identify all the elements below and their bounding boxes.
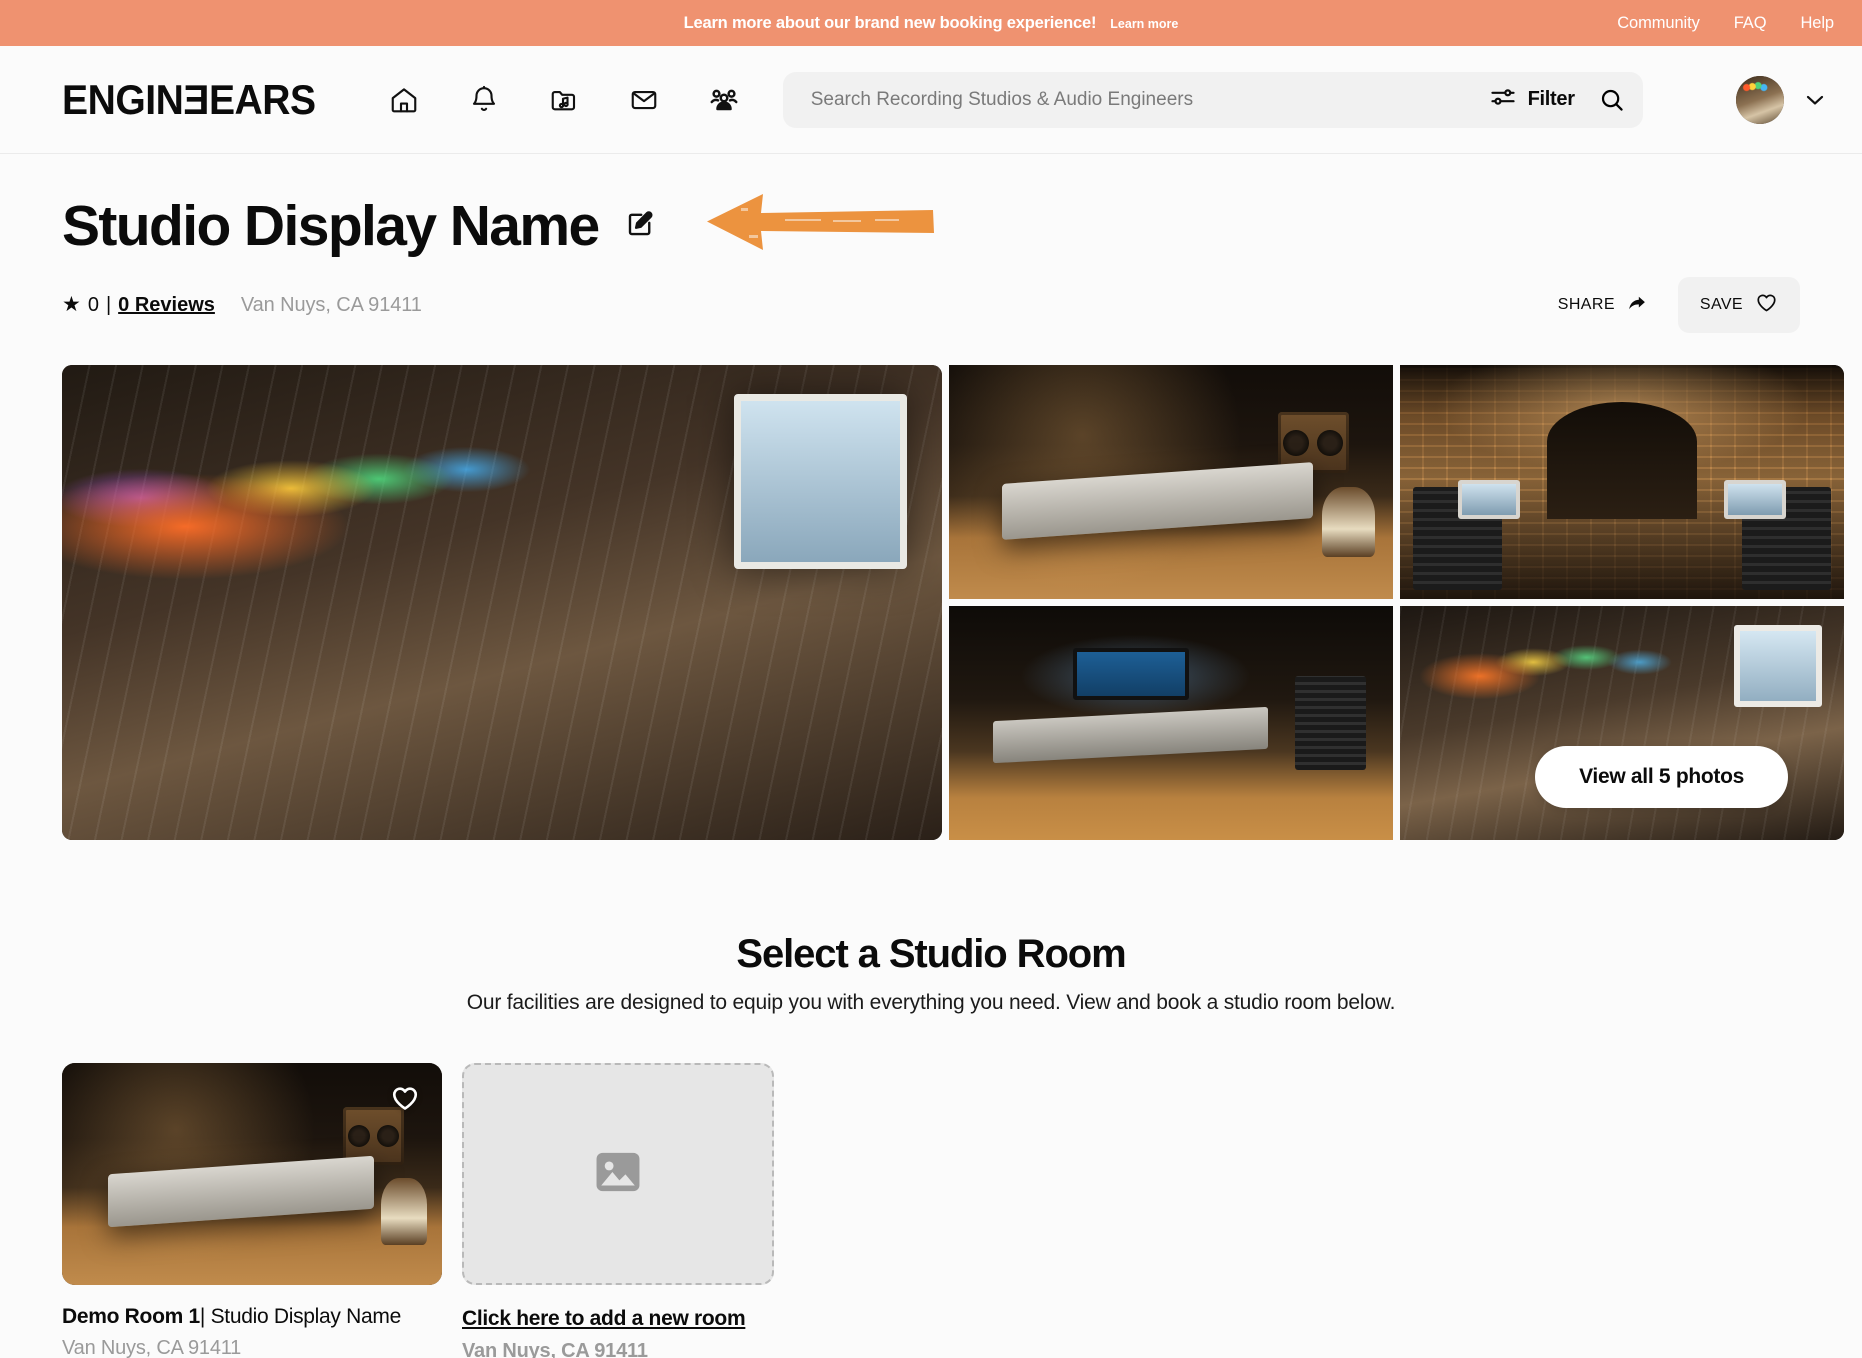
page-title: Studio Display Name — [62, 197, 599, 257]
nav-link-faq[interactable]: FAQ — [1734, 14, 1767, 33]
gallery-photo-2[interactable] — [949, 365, 1393, 599]
studio-brick-wall-racks-image — [1400, 365, 1844, 599]
gallery-photo-5[interactable]: View all 5 photos — [1400, 606, 1844, 840]
rating-separator: | — [106, 294, 111, 317]
logo-part-2: EARS — [209, 76, 316, 124]
add-room-card[interactable]: Click here to add a new room Van Nuys, C… — [462, 1063, 774, 1358]
room-favorite-heart-icon[interactable] — [390, 1083, 420, 1118]
heart-icon — [1755, 291, 1778, 319]
star-icon: ★ — [62, 294, 81, 315]
room-card[interactable]: Demo Room 1| Studio Display Name Van Nuy… — [62, 1063, 442, 1358]
promo-center: Learn more about our brand new booking e… — [684, 14, 1179, 33]
studio-control-room-wood-image — [949, 365, 1393, 599]
avatar-image — [1736, 76, 1784, 124]
mixing-console-closeup-image — [62, 365, 942, 840]
room-photo[interactable] — [62, 1063, 442, 1285]
studio-actions: SHARE SAVE — [1542, 277, 1800, 333]
promo-message: Learn more about our brand new booking e… — [684, 14, 1097, 33]
filter-button[interactable]: Filter — [1473, 83, 1591, 116]
share-label: SHARE — [1558, 296, 1615, 314]
bell-icon[interactable] — [467, 83, 501, 117]
save-label: SAVE — [1700, 296, 1743, 314]
room-name: Demo Room 1 — [62, 1305, 200, 1328]
search-input[interactable] — [811, 89, 1473, 111]
studio-meta-row: ★ 0 | 0 Reviews Van Nuys, CA 91411 SHARE… — [62, 277, 1800, 333]
room-title: Demo Room 1| Studio Display Name — [62, 1305, 442, 1329]
logo-part-1: ENGIN — [62, 76, 183, 124]
site-header: ENGINEEARS Filter — [0, 46, 1862, 154]
edit-pencil-icon[interactable] — [625, 209, 655, 239]
photo-gallery: View all 5 photos — [62, 365, 1800, 840]
rating-value: 0 — [88, 294, 99, 317]
share-button[interactable]: SHARE — [1542, 280, 1664, 331]
studio-location: Van Nuys, CA 91411 — [241, 294, 422, 317]
rooms-list: Demo Room 1| Studio Display Name Van Nuy… — [62, 1063, 1862, 1358]
studio-dark-control-room-image — [949, 606, 1393, 840]
filter-sliders-icon — [1489, 83, 1517, 116]
section-subtitle: Our facilities are designed to equip you… — [0, 991, 1862, 1015]
add-room-link[interactable]: Click here to add a new room — [462, 1307, 774, 1331]
logo[interactable]: ENGINEEARS — [62, 76, 316, 124]
studio-title-block: Studio Display Name — [0, 154, 1862, 333]
reviews-link[interactable]: 0 Reviews — [118, 294, 215, 317]
primary-nav-icons — [387, 83, 741, 117]
filter-label: Filter — [1528, 88, 1575, 111]
profile-menu[interactable] — [1736, 76, 1836, 124]
nav-link-community[interactable]: Community — [1617, 14, 1700, 33]
promo-links: Community FAQ Help — [1617, 0, 1834, 46]
orange-left-arrow-annotation — [705, 190, 937, 259]
people-icon[interactable] — [707, 83, 741, 117]
search-icon[interactable] — [1591, 79, 1633, 121]
gallery-photo-3[interactable] — [1400, 365, 1844, 599]
section-title: Select a Studio Room — [0, 932, 1862, 977]
promo-learn-more-link[interactable]: Learn more — [1110, 17, 1178, 31]
rating-block: ★ 0 | 0 Reviews — [62, 294, 215, 317]
add-room-dropzone[interactable] — [462, 1063, 774, 1285]
save-button[interactable]: SAVE — [1678, 277, 1800, 333]
image-placeholder-icon — [590, 1144, 646, 1205]
room-studio-name: Studio Display Name — [211, 1305, 401, 1328]
room-photo-image — [62, 1063, 442, 1285]
avatar[interactable] — [1736, 76, 1784, 124]
nav-link-help[interactable]: Help — [1800, 14, 1834, 33]
gallery-photo-4[interactable] — [949, 606, 1393, 840]
promo-banner: Learn more about our brand new booking e… — [0, 0, 1862, 46]
chevron-down-icon[interactable] — [1802, 87, 1828, 113]
mail-icon[interactable] — [627, 83, 661, 117]
search-bar[interactable]: Filter — [783, 72, 1643, 128]
add-room-location: Van Nuys, CA 91411 — [462, 1340, 774, 1358]
room-title-separator: | — [200, 1305, 205, 1328]
music-folder-icon[interactable] — [547, 83, 581, 117]
gallery-photo-main[interactable] — [62, 365, 942, 840]
home-icon[interactable] — [387, 83, 421, 117]
logo-flipped-e: E — [183, 76, 209, 124]
view-all-photos-button[interactable]: View all 5 photos — [1535, 746, 1788, 808]
rooms-section-header: Select a Studio Room Our facilities are … — [0, 932, 1862, 1015]
room-location: Van Nuys, CA 91411 — [62, 1337, 442, 1358]
title-row: Studio Display Name — [62, 190, 1800, 263]
share-arrow-icon — [1626, 292, 1648, 319]
